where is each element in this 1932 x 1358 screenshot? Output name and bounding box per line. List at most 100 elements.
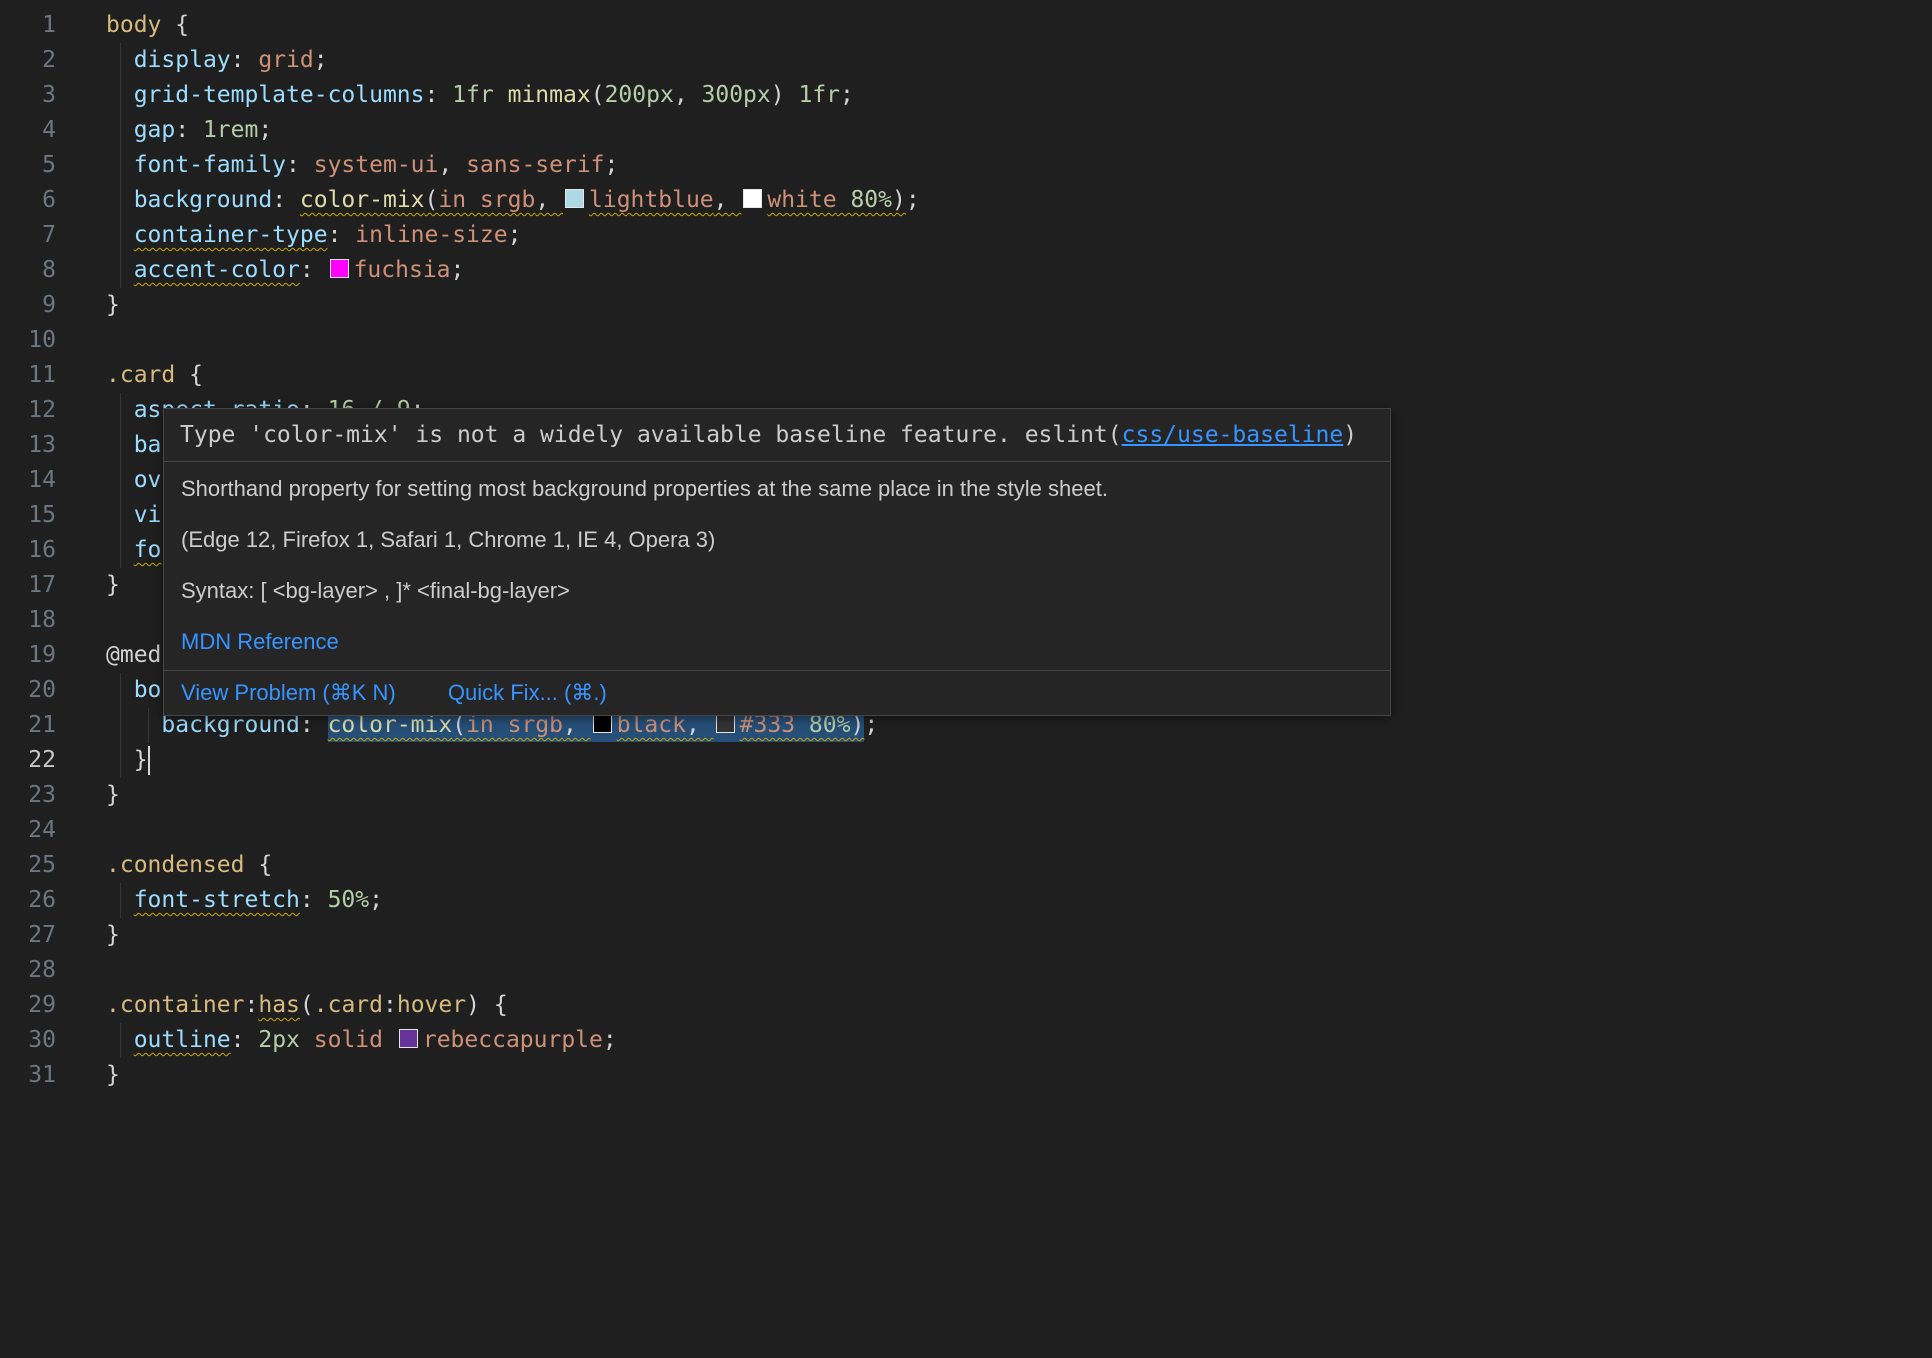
- code-token: minmax: [508, 82, 591, 108]
- line-number[interactable]: 14: [0, 463, 56, 498]
- text-cursor: [148, 746, 150, 775]
- code-token: 1fr: [452, 82, 494, 108]
- code-token: :: [425, 82, 453, 108]
- code-line-26[interactable]: 26 font-stretch: 50%;: [0, 883, 1932, 918]
- line-number[interactable]: 24: [0, 813, 56, 848]
- line-number[interactable]: 25: [0, 848, 56, 883]
- code-line-24[interactable]: 24: [0, 813, 1932, 848]
- color-swatch[interactable]: [399, 1029, 418, 1048]
- code-token: 1fr: [798, 82, 840, 108]
- line-number[interactable]: 11: [0, 358, 56, 393]
- code-line-28[interactable]: 28: [0, 953, 1932, 988]
- code-line-11[interactable]: 11.card {: [0, 358, 1932, 393]
- line-number[interactable]: 9: [0, 288, 56, 323]
- line-number[interactable]: 30: [0, 1023, 56, 1058]
- mdn-reference-link[interactable]: MDN Reference: [181, 629, 339, 654]
- code-line-4[interactable]: 4 gap: 1rem;: [0, 113, 1932, 148]
- code-token: white: [767, 187, 836, 213]
- code-token: :: [175, 117, 203, 143]
- line-number[interactable]: 17: [0, 568, 56, 603]
- code-line-8[interactable]: 8 accent-color: fuchsia;: [0, 253, 1932, 288]
- code-token: :: [383, 992, 397, 1018]
- code-line-29[interactable]: 29.container:has(.card:hover) {: [0, 988, 1932, 1023]
- code-token: 2px: [258, 1027, 300, 1053]
- code-content: display: grid;: [106, 43, 1932, 78]
- code-token: display: [134, 47, 231, 73]
- code-token: outline: [134, 1027, 231, 1053]
- code-token: ,: [714, 187, 742, 213]
- line-number[interactable]: 1: [0, 8, 56, 43]
- line-number[interactable]: 4: [0, 113, 56, 148]
- code-line-10[interactable]: 10: [0, 323, 1932, 358]
- code-line-1[interactable]: 1body {: [0, 8, 1932, 43]
- code-content: [106, 813, 1932, 848]
- code-line-25[interactable]: 25 .condensed {: [0, 848, 1932, 883]
- code-line-27[interactable]: 27}: [0, 918, 1932, 953]
- code-content: [106, 953, 1932, 988]
- code-line-31[interactable]: 31}: [0, 1058, 1932, 1093]
- line-number[interactable]: 22: [0, 743, 56, 778]
- line-number[interactable]: 5: [0, 148, 56, 183]
- line-number[interactable]: 20: [0, 673, 56, 708]
- indent-guide: [120, 673, 121, 708]
- line-number[interactable]: 3: [0, 78, 56, 113]
- code-line-6[interactable]: 6 background: color-mix(in srgb, lightbl…: [0, 183, 1932, 218]
- line-number[interactable]: 13: [0, 428, 56, 463]
- line-number[interactable]: 31: [0, 1058, 56, 1093]
- code-token: ): [771, 82, 785, 108]
- line-number[interactable]: 16: [0, 533, 56, 568]
- code-line-5[interactable]: 5 font-family: system-ui, sans-serif;: [0, 148, 1932, 183]
- line-number[interactable]: 10: [0, 323, 56, 358]
- code-line-30[interactable]: 30 outline: 2px solid rebeccapurple;: [0, 1023, 1932, 1058]
- code-token: (: [425, 187, 439, 213]
- code-content: background: color-mix(in srgb, lightblue…: [106, 183, 1932, 218]
- code-content: accent-color: fuchsia;: [106, 253, 1932, 288]
- code-line-23[interactable]: 23}: [0, 778, 1932, 813]
- code-line-3[interactable]: 3 grid-template-columns: 1fr minmax(200p…: [0, 78, 1932, 113]
- line-number[interactable]: 7: [0, 218, 56, 253]
- code-line-9[interactable]: 9}: [0, 288, 1932, 323]
- line-number[interactable]: 2: [0, 43, 56, 78]
- code-token: }: [106, 922, 120, 948]
- code-token: (: [300, 992, 314, 1018]
- code-token: @med: [106, 642, 161, 668]
- code-token: :: [300, 257, 328, 283]
- code-line-7[interactable]: 7 container-type: inline-size;: [0, 218, 1932, 253]
- line-number[interactable]: 18: [0, 603, 56, 638]
- line-number[interactable]: 29: [0, 988, 56, 1023]
- line-number[interactable]: 26: [0, 883, 56, 918]
- color-swatch[interactable]: [565, 189, 584, 208]
- line-number[interactable]: 27: [0, 918, 56, 953]
- code-token: fo: [134, 537, 162, 563]
- indent-guide: [120, 113, 121, 148]
- line-number[interactable]: 6: [0, 183, 56, 218]
- indent-guide: [120, 393, 121, 428]
- line-number[interactable]: 8: [0, 253, 56, 288]
- code-token: :: [244, 992, 258, 1018]
- code-token: accent-color: [134, 257, 300, 283]
- code-token: ,: [674, 82, 702, 108]
- line-number[interactable]: 12: [0, 393, 56, 428]
- quick-fix-button[interactable]: Quick Fix... (⌘.): [448, 679, 607, 707]
- line-number[interactable]: 15: [0, 498, 56, 533]
- code-line-22[interactable]: 22 }: [0, 743, 1932, 778]
- code-content: .condensed {: [106, 848, 1932, 883]
- line-number[interactable]: 19: [0, 638, 56, 673]
- eslint-rule-link[interactable]: css/use-baseline: [1122, 422, 1344, 448]
- code-token: :: [328, 222, 356, 248]
- line-number[interactable]: 21: [0, 708, 56, 743]
- indent-guide: [120, 253, 121, 288]
- color-swatch[interactable]: [743, 189, 762, 208]
- code-line-2[interactable]: 2 display: grid;: [0, 43, 1932, 78]
- line-number[interactable]: 28: [0, 953, 56, 988]
- problem-text: Type 'color-mix' is not a widely availab…: [180, 422, 1025, 448]
- code-token: ,: [438, 152, 466, 178]
- code-token: grid: [258, 47, 313, 73]
- code-editor[interactable]: 1body {2 display: grid;3 grid-template-c…: [0, 0, 1932, 1358]
- color-swatch[interactable]: [593, 714, 612, 733]
- view-problem-button[interactable]: View Problem (⌘K N): [181, 679, 396, 707]
- code-token: :: [231, 1027, 259, 1053]
- line-number[interactable]: 23: [0, 778, 56, 813]
- color-swatch[interactable]: [716, 714, 735, 733]
- color-swatch[interactable]: [330, 259, 349, 278]
